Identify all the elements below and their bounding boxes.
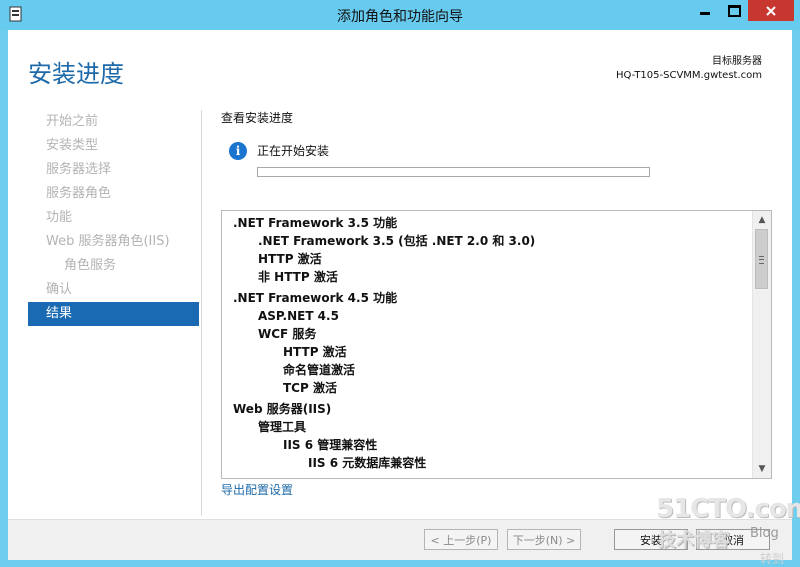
title-bar[interactable]: 添加角色和功能向导 xyxy=(0,0,800,30)
feature-item: .NET Framework 4.5 功能 xyxy=(233,291,398,305)
page-title: 安装进度 xyxy=(28,60,124,88)
section-label: 查看安装进度 xyxy=(221,111,294,125)
grip-icon xyxy=(759,256,764,264)
maximize-icon xyxy=(727,4,741,17)
feature-item: HTTP 激活 xyxy=(283,345,347,359)
nav-item-before-you-begin[interactable]: 开始之前 xyxy=(28,110,199,134)
nav-item-results[interactable]: 结果 xyxy=(28,302,199,326)
minimize-icon xyxy=(700,12,710,15)
destination-server: 目标服务器 HQ-T105-SCVMM.gwtest.com xyxy=(616,55,762,83)
install-button[interactable]: 安装 xyxy=(614,529,688,550)
destination-label: 目标服务器 xyxy=(712,56,762,67)
feature-item: 非 HTTP 激活 xyxy=(258,270,338,284)
vertical-scrollbar[interactable]: ▲ ▼ xyxy=(752,211,771,478)
window-title: 添加角色和功能向导 xyxy=(337,9,463,25)
feature-item: .NET Framework 3.5 (包括 .NET 2.0 和 3.0) xyxy=(258,234,536,248)
feature-item: ASP.NET 4.5 xyxy=(258,309,339,323)
wizard-footer: < 上一步(P) 下一步(N) > 安装 取消 xyxy=(8,519,792,560)
feature-item: 管理工具 xyxy=(258,420,307,434)
scroll-down-icon[interactable]: ▼ xyxy=(753,461,771,477)
feature-item: IIS 6 元数据库兼容性 xyxy=(308,456,427,470)
install-progress-bar xyxy=(257,167,650,177)
destination-server-name: HQ-T105-SCVMM.gwtest.com xyxy=(615,70,762,81)
nav-item-installation-type[interactable]: 安装类型 xyxy=(28,134,199,158)
nav-item-confirmation[interactable]: 确认 xyxy=(28,278,199,302)
maximize-button[interactable] xyxy=(720,0,748,21)
feature-item: .NET Framework 3.5 功能 xyxy=(233,216,398,230)
feature-item: 命名管道激活 xyxy=(283,363,356,377)
feature-item: WCF 服务 xyxy=(258,327,317,341)
nav-item-features[interactable]: 功能 xyxy=(28,206,199,230)
close-button[interactable] xyxy=(748,0,794,21)
info-icon: i xyxy=(229,142,247,160)
wizard-body: 安装进度 目标服务器 HQ-T105-SCVMM.gwtest.com 开始之前… xyxy=(8,30,792,560)
export-config-link[interactable]: 导出配置设置 xyxy=(221,481,293,498)
feature-item: TCP 激活 xyxy=(283,381,337,395)
scroll-up-icon[interactable]: ▲ xyxy=(753,212,771,228)
minimize-button[interactable] xyxy=(690,0,720,21)
feature-item: IIS 6 管理兼容性 xyxy=(283,438,378,452)
nav-divider xyxy=(201,110,202,516)
nav-item-role-services[interactable]: 角色服务 xyxy=(28,254,199,278)
feature-item: Web 服务器(IIS) xyxy=(233,402,332,416)
nav-item-server-roles[interactable]: 服务器角色 xyxy=(28,182,199,206)
wizard-window: 添加角色和功能向导 安装进度 目标服务器 HQ-T105-SCVMM.gwtes… xyxy=(0,0,800,567)
cancel-button[interactable]: 取消 xyxy=(696,529,770,550)
previous-button[interactable]: < 上一步(P) xyxy=(424,529,498,550)
feature-item: HTTP 激活 xyxy=(258,252,322,266)
close-icon xyxy=(766,5,776,16)
next-button[interactable]: 下一步(N) > xyxy=(507,529,581,550)
feature-list: .NET Framework 3.5 功能 .NET Framework 3.5 … xyxy=(222,214,750,472)
nav-item-web-server-role[interactable]: Web 服务器角色(IIS) xyxy=(28,230,199,254)
install-status: 正在开始安装 xyxy=(257,144,330,158)
nav-item-server-selection[interactable]: 服务器选择 xyxy=(28,158,199,182)
wizard-nav: 开始之前 安装类型 服务器选择 服务器角色 功能 Web 服务器角色(IIS) … xyxy=(28,110,199,326)
scroll-thumb[interactable] xyxy=(755,229,768,289)
feature-list-box[interactable]: .NET Framework 3.5 功能 .NET Framework 3.5 … xyxy=(221,210,772,479)
